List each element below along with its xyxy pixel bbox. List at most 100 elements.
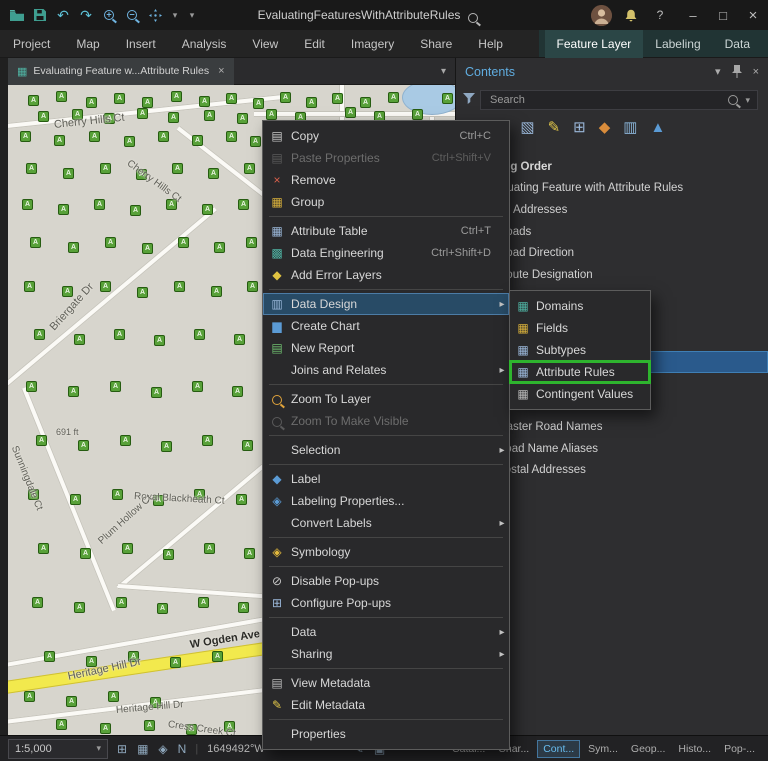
qat-customize-chevron-icon[interactable]: ▾ — [188, 6, 196, 24]
menu-item-properties[interactable]: Properties — [263, 723, 509, 745]
menu-item-configure-pop-ups[interactable]: ⊞Configure Pop-ups — [263, 592, 509, 614]
command-search-icon[interactable] — [468, 10, 478, 24]
undo-icon[interactable]: ↶ — [56, 6, 70, 24]
address-point-symbol: A — [238, 602, 249, 613]
menu-item-data-design[interactable]: ▥Data Design▸ — [263, 293, 509, 315]
pane-tab-histo[interactable]: Histo... — [673, 741, 716, 757]
menu-item-attribute-rules[interactable]: ▦Attribute Rules — [510, 361, 650, 383]
close-button[interactable]: × — [738, 0, 768, 30]
minimize-button[interactable]: – — [678, 0, 708, 30]
menu-item-label: Attribute Rules — [536, 365, 636, 379]
menu-item-disable-pop-ups[interactable]: ⊘Disable Pop-ups — [263, 570, 509, 592]
ribbon-tab-project[interactable]: Project — [0, 30, 63, 58]
menu-item-joins-and-relates[interactable]: Joins and Relates▸ — [263, 359, 509, 381]
address-point-symbol: A — [100, 281, 111, 292]
remove-icon: × — [263, 174, 291, 186]
address-point-symbol: A — [242, 440, 253, 451]
menu-item-new-report[interactable]: ▤New Report — [263, 337, 509, 359]
menu-item-fields[interactable]: ▦Fields — [510, 317, 650, 339]
menu-separator — [269, 464, 503, 465]
menu-item-edit-metadata[interactable]: ✎Edit Metadata — [263, 694, 509, 716]
menu-item-data[interactable]: Data▸ — [263, 621, 509, 643]
explore-dropdown-chevron-icon[interactable]: ▾ — [171, 6, 179, 24]
address-point-symbol: A — [168, 112, 179, 123]
menu-item-convert-labels[interactable]: Convert Labels▸ — [263, 512, 509, 534]
menu-item-labeling-properties[interactable]: ◈Labeling Properties... — [263, 490, 509, 512]
menu-item-label: Data — [291, 625, 495, 639]
save-icon[interactable] — [33, 6, 47, 24]
address-point-symbol: A — [44, 651, 55, 662]
menu-item-sharing[interactable]: Sharing▸ — [263, 643, 509, 665]
menu-item-add-error-layers[interactable]: ◆Add Error Layers — [263, 264, 509, 286]
grid-toggle-icon[interactable]: ⊞ — [117, 742, 127, 756]
edit-metadata-icon: ✎ — [263, 699, 291, 711]
street-label: Sunningdale Ct — [9, 444, 45, 512]
menu-item-zoom-to-make-visible[interactable]: Zoom To Make Visible — [263, 410, 509, 432]
menu-item-contingent-values[interactable]: ▦Contingent Values — [510, 383, 650, 405]
ribbon-tab-labeling[interactable]: Labeling — [643, 30, 712, 58]
address-point-symbol: A — [100, 163, 111, 174]
tab-close-icon[interactable]: × — [218, 65, 224, 77]
menu-item-symbology[interactable]: ◈Symbology — [263, 541, 509, 563]
new-project-icon[interactable] — [10, 6, 24, 24]
ribbon-tab-share[interactable]: Share — [407, 30, 465, 58]
street-line — [118, 583, 268, 599]
redo-icon[interactable]: ↷ — [79, 6, 93, 24]
ribbon-tab-insert[interactable]: Insert — [113, 30, 169, 58]
zoom-out-icon[interactable] — [125, 6, 139, 24]
menu-item-paste-properties[interactable]: ▤Paste PropertiesCtrl+Shift+V — [263, 147, 509, 169]
menu-item-view-metadata[interactable]: ▤View Metadata — [263, 672, 509, 694]
map-view-tab[interactable]: ▦ Evaluating Feature w...Attribute Rules… — [8, 58, 234, 85]
pane-tab-sym[interactable]: Sym... — [583, 741, 623, 757]
snapping-icon[interactable]: ◈ — [158, 742, 167, 756]
map-tab-icon: ▦ — [17, 65, 27, 78]
address-point-symbol: A — [192, 135, 203, 146]
notifications-bell-icon[interactable] — [625, 9, 637, 22]
address-point-symbol: A — [110, 381, 121, 392]
menu-item-data-engineering[interactable]: ▩Data EngineeringCtrl+Shift+D — [263, 242, 509, 264]
maximize-button[interactable]: □ — [708, 0, 738, 30]
address-point-symbol: A — [124, 136, 135, 147]
menu-item-label: Copy — [291, 129, 460, 143]
menu-item-attribute-table[interactable]: ▦Attribute TableCtrl+T — [263, 220, 509, 242]
menu-item-domains[interactable]: ▦Domains — [510, 295, 650, 317]
pane-tab-geop[interactable]: Geop... — [626, 741, 670, 757]
zoom-in-icon[interactable] — [102, 6, 116, 24]
ribbon-tab-map[interactable]: Map — [63, 30, 112, 58]
ribbon-tab-help[interactable]: Help — [465, 30, 516, 58]
menu-item-copy[interactable]: ▤CopyCtrl+C — [263, 125, 509, 147]
ribbon-tab-edit[interactable]: Edit — [291, 30, 338, 58]
pane-tab-pop[interactable]: Pop-... — [719, 741, 760, 757]
view-list-chevron-icon[interactable]: ▾ — [441, 66, 446, 77]
arcgis-pro-window: ↶ ↷ ▾ ▾ EvaluatingFeaturesWithAttributeR… — [0, 0, 768, 761]
menu-item-remove[interactable]: ×Remove — [263, 169, 509, 191]
map-frames-icon[interactable]: ▦ — [137, 742, 148, 756]
new-report-icon: ▤ — [263, 342, 291, 354]
address-point-symbol: A — [38, 543, 49, 554]
status-toggle-icons: ⊞ ▦ ◈ N — [117, 742, 186, 756]
address-point-symbol: A — [56, 719, 67, 730]
ribbon-tab-data[interactable]: Data — [713, 30, 762, 58]
ribbon-tab-view[interactable]: View — [239, 30, 291, 58]
address-point-symbol: A — [192, 381, 203, 392]
explore-tool-icon[interactable] — [148, 6, 162, 24]
ribbon-tab-feature-layer[interactable]: Feature Layer — [545, 30, 644, 58]
map-scale-combobox[interactable]: 1:5,000 ▾ — [8, 739, 108, 759]
menu-item-create-chart[interactable]: ▆Create Chart — [263, 315, 509, 337]
menu-item-selection[interactable]: Selection▸ — [263, 439, 509, 461]
ribbon-tab-imagery[interactable]: Imagery — [338, 30, 407, 58]
menu-item-label: Selection — [291, 443, 495, 457]
ribbon-tab-analysis[interactable]: Analysis — [169, 30, 240, 58]
menu-item-label[interactable]: ◆Label — [263, 468, 509, 490]
view-metadata-icon: ▤ — [263, 677, 291, 689]
north-arrow-icon[interactable]: N — [178, 742, 187, 756]
user-avatar[interactable] — [591, 5, 612, 26]
map-scale-value: 1:5,000 — [15, 743, 92, 755]
menu-item-zoom-to-layer[interactable]: Zoom To Layer — [263, 388, 509, 410]
menu-item-group[interactable]: ▦Group — [263, 191, 509, 213]
address-point-symbol: A — [34, 329, 45, 340]
help-icon[interactable]: ? — [650, 8, 670, 22]
menu-item-subtypes[interactable]: ▦Subtypes — [510, 339, 650, 361]
address-point-symbol: A — [211, 286, 222, 297]
pane-tab-cont[interactable]: Cont... — [537, 740, 580, 758]
